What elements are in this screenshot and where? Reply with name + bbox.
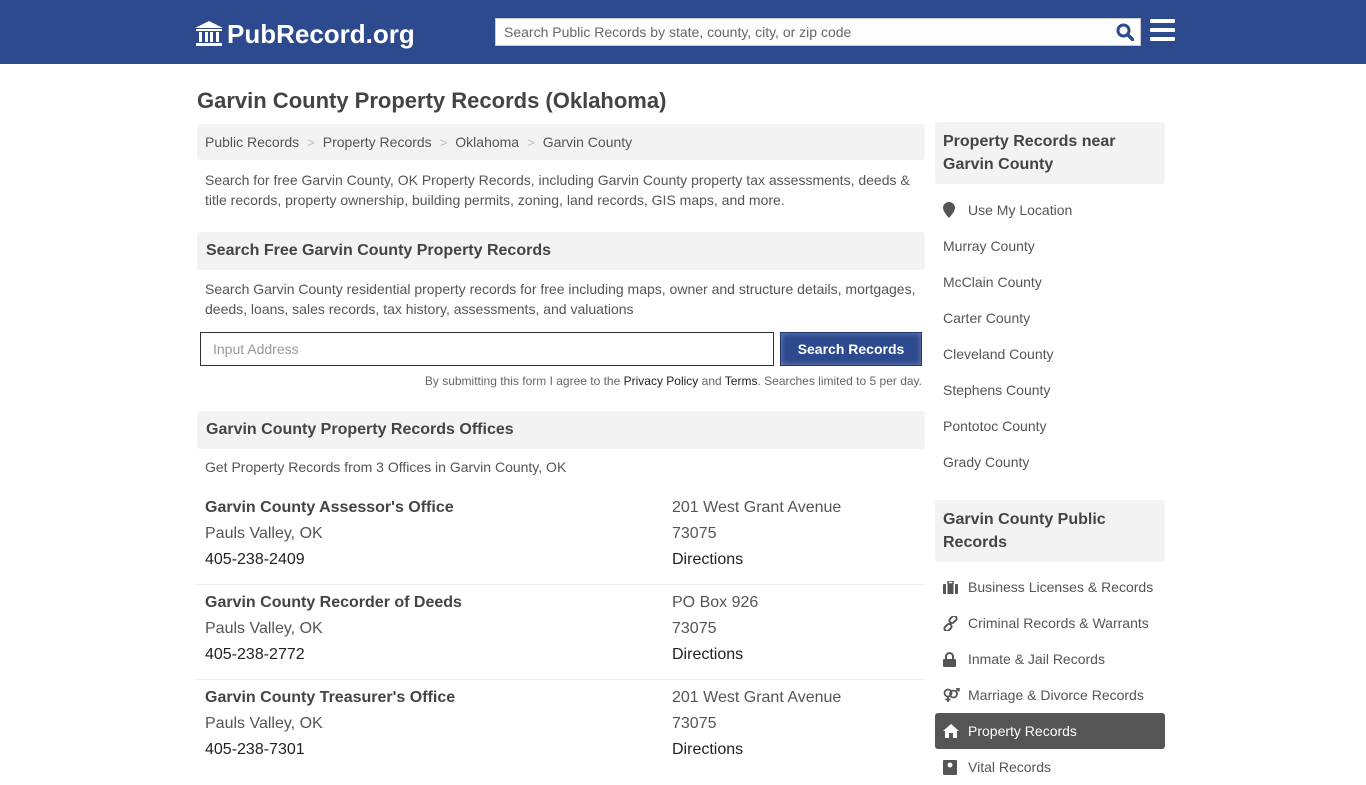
breadcrumb-current: Garvin County — [542, 134, 633, 150]
breadcrumb-property-records[interactable]: Property Records — [323, 134, 432, 150]
sidebar-item-business-licenses[interactable]: Business Licenses & Records — [935, 569, 1165, 605]
use-my-location-label: Use My Location — [968, 202, 1073, 218]
disclaimer-and: and — [698, 374, 725, 388]
sidebar-item-label: Marriage & Divorce Records — [968, 687, 1144, 703]
hamburger-menu-icon[interactable] — [1150, 19, 1175, 43]
briefcase-icon — [943, 580, 958, 594]
disclaimer-suffix: . Searches limited to 5 per day. — [757, 374, 922, 388]
nearby-county-link[interactable]: Carter County — [935, 300, 1165, 336]
nearby-county-link[interactable]: McClain County — [935, 264, 1165, 300]
search-records-button[interactable]: Search Records — [780, 332, 922, 366]
map-marker-icon — [943, 202, 955, 218]
office-phone: 405-238-2409 — [205, 551, 305, 568]
office-phone: 405-238-7301 — [205, 741, 305, 758]
office-address: 201 West Grant Avenue — [672, 689, 842, 706]
office-name: Garvin County Assessor's Office — [205, 499, 454, 516]
offices-count: Get Property Records from 3 Offices in G… — [205, 459, 567, 475]
directions-link[interactable]: Directions — [672, 741, 743, 758]
global-search-input[interactable] — [496, 19, 1110, 45]
sidebar-item-label: Criminal Records & Warrants — [968, 615, 1149, 631]
office-address: PO Box 926 — [672, 594, 759, 611]
directions-link[interactable]: Directions — [672, 646, 743, 663]
office-card: Garvin County Recorder of Deeds Pauls Va… — [197, 585, 925, 680]
intro-text: Search for free Garvin County, OK Proper… — [205, 172, 910, 208]
id-card-icon — [943, 759, 957, 775]
courthouse-icon — [195, 21, 223, 46]
sidebar-item-label: Inmate & Jail Records — [968, 651, 1105, 667]
sidebar-item-inmate-records[interactable]: Inmate & Jail Records — [935, 641, 1165, 677]
office-city: Pauls Valley, OK — [205, 715, 323, 732]
form-disclaimer: By submitting this form I agree to the P… — [425, 374, 922, 388]
nearby-county-link[interactable]: Grady County — [935, 444, 1165, 480]
top-navbar: PubRecord.org — [0, 0, 1366, 64]
search-button[interactable] — [1110, 19, 1140, 45]
nearby-county-link[interactable]: Cleveland County — [935, 336, 1165, 372]
search-description: Search Garvin County residential propert… — [205, 281, 916, 317]
breadcrumb-separator: > — [439, 134, 448, 150]
nearby-county-link[interactable]: Stephens County — [935, 372, 1165, 408]
address-input[interactable] — [200, 332, 774, 366]
terms-link[interactable]: Terms — [725, 374, 758, 388]
office-card: Garvin County Assessor's Office Pauls Va… — [197, 490, 925, 585]
directions-link[interactable]: Directions — [672, 551, 743, 568]
breadcrumb-separator: > — [527, 134, 535, 150]
page-title: Garvin County Property Records (Oklahoma… — [197, 88, 667, 113]
breadcrumb-separator: > — [307, 134, 315, 150]
office-name: Garvin County Recorder of Deeds — [205, 594, 462, 611]
lock-icon — [943, 651, 956, 667]
office-zip: 73075 — [672, 715, 717, 732]
office-address: 201 West Grant Avenue — [672, 499, 842, 516]
breadcrumb-public-records[interactable]: Public Records — [205, 134, 299, 150]
nearby-county-link[interactable]: Pontotoc County — [935, 408, 1165, 444]
breadcrumb-oklahoma[interactable]: Oklahoma — [455, 134, 519, 150]
office-zip: 73075 — [672, 620, 717, 637]
use-my-location-link[interactable]: Use My Location — [935, 192, 1165, 228]
privacy-policy-link[interactable]: Privacy Policy — [624, 374, 699, 388]
sidebar-item-label: Property Records — [968, 723, 1077, 739]
sidebar-item-criminal-records[interactable]: Criminal Records & Warrants — [935, 605, 1165, 641]
home-icon — [943, 724, 959, 738]
sidebar-item-marriage-records[interactable]: Marriage & Divorce Records — [935, 677, 1165, 713]
global-search — [495, 18, 1141, 46]
public-records-heading: Garvin County Public Records — [935, 500, 1165, 562]
site-logo[interactable]: PubRecord.org — [195, 17, 415, 51]
logo-text: PubRecord.org — [227, 18, 415, 49]
office-name: Garvin County Treasurer's Office — [205, 689, 456, 706]
office-city: Pauls Valley, OK — [205, 525, 323, 542]
nearby-heading: Property Records near Garvin County — [935, 122, 1165, 184]
office-phone: 405-238-2772 — [205, 646, 305, 663]
search-section-heading: Search Free Garvin County Property Recor… — [197, 232, 925, 270]
breadcrumb: Public Records > Property Records > Okla… — [197, 124, 925, 160]
sidebar-item-property-records[interactable]: Property Records — [935, 713, 1165, 749]
office-zip: 73075 — [672, 525, 717, 542]
link-icon — [943, 615, 958, 631]
office-city: Pauls Valley, OK — [205, 620, 323, 637]
sidebar-item-label: Vital Records — [968, 759, 1052, 775]
offices-section-heading: Garvin County Property Records Offices — [197, 411, 925, 449]
disclaimer-prefix: By submitting this form I agree to the — [424, 374, 624, 388]
search-icon — [1116, 23, 1134, 41]
nearby-county-link[interactable]: Murray County — [935, 228, 1165, 264]
office-card: Garvin County Treasurer's Office Pauls V… — [197, 680, 925, 775]
venus-mars-icon — [943, 687, 960, 702]
sidebar-item-label: Business Licenses & Records — [968, 579, 1154, 595]
sidebar-item-vital-records[interactable]: Vital Records — [935, 749, 1165, 785]
